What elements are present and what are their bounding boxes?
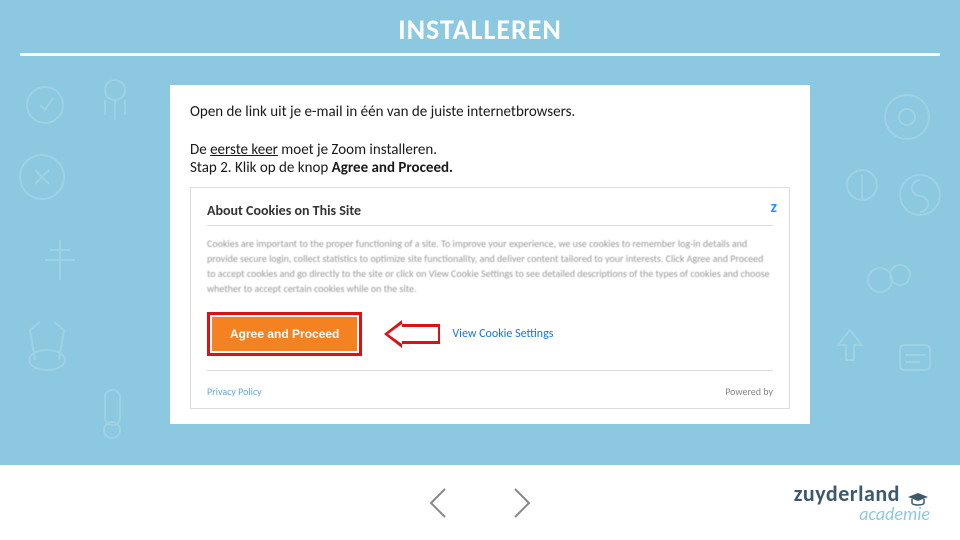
agree-and-proceed-button[interactable]: Agree and Proceed: [212, 317, 357, 351]
step-line-2: Stap 2. Klik op de knop Agree and Procee…: [190, 159, 790, 177]
divider: [207, 225, 773, 226]
chevron-left-icon: [425, 485, 451, 521]
nav-controls: [421, 483, 539, 523]
step-line-1: De eerste keer moet je Zoom installeren.: [190, 141, 790, 159]
cookie-body-text: Cookies are important to the proper func…: [207, 236, 773, 296]
slide-title: INSTALLEREN: [0, 12, 960, 47]
slide-content: Open de link uit je e-mail in één van de…: [170, 85, 810, 424]
cookie-dialog-screenshot: z About Cookies on This Site Cookies are…: [190, 187, 790, 409]
slide-header: INSTALLEREN: [0, 0, 960, 62]
zoom-logo-hint: z: [771, 198, 777, 217]
slide-footer: zuyderland academie: [0, 465, 960, 540]
red-arrow-annotation: [382, 320, 442, 348]
cookie-actions: Agree and Proceed View Cookie Settings: [207, 312, 773, 356]
privacy-policy-link[interactable]: Privacy Policy: [207, 385, 262, 398]
red-highlight-box: Agree and Proceed: [207, 312, 362, 356]
header-divider: [20, 53, 940, 56]
divider: [207, 370, 773, 371]
cookie-footer: Privacy Policy Powered by: [207, 385, 773, 398]
next-button[interactable]: [505, 483, 539, 523]
brand-logo: zuyderland academie: [794, 480, 930, 525]
bold-text: Agree and Proceed.: [332, 159, 453, 177]
powered-by-text: Powered by: [725, 385, 773, 398]
underline-text: eerste keer: [210, 141, 278, 159]
intro-text: Open de link uit je e-mail in één van de…: [190, 103, 790, 121]
prev-button[interactable]: [421, 483, 455, 523]
chevron-right-icon: [509, 485, 535, 521]
cookie-dialog-title: About Cookies on This Site: [207, 202, 773, 219]
view-cookie-settings-link[interactable]: View Cookie Settings: [452, 327, 553, 341]
